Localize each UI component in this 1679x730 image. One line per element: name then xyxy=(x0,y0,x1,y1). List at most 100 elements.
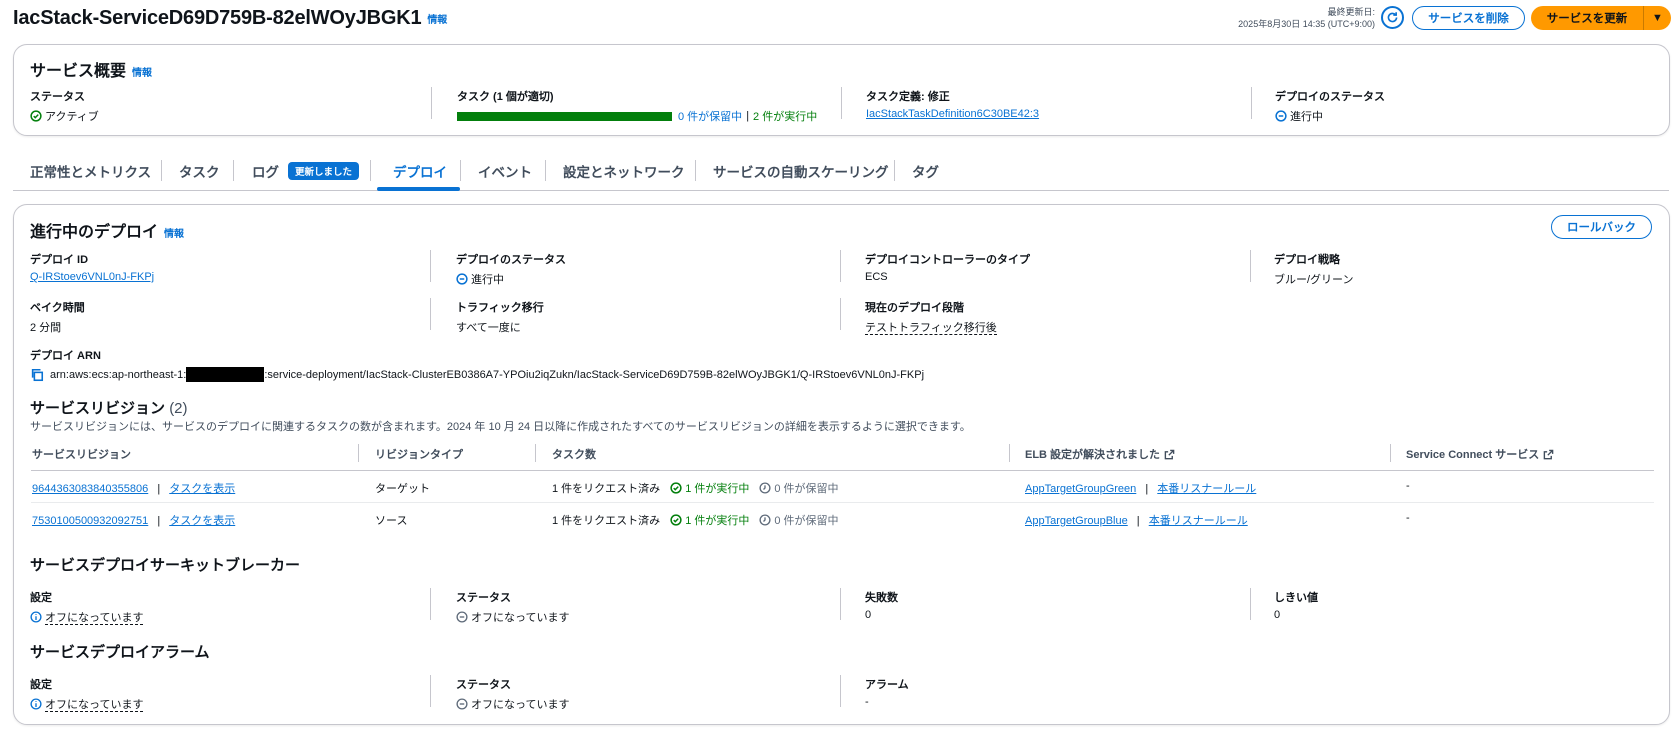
deploy-status-value: 進行中 xyxy=(1275,108,1385,124)
info-link[interactable]: 情報 xyxy=(427,15,447,26)
target-group-link[interactable]: AppTargetGroupBlue xyxy=(1025,515,1128,527)
revisions-title: サービスリビジョン (2) xyxy=(30,397,188,418)
divider xyxy=(1251,87,1252,119)
target-group-link[interactable]: AppTargetGroupGreen xyxy=(1025,483,1136,495)
caret-down-icon: ▼ xyxy=(1652,12,1663,24)
column-header: サービスリビジョン xyxy=(32,449,131,461)
last-updated-label: 最終更新日: xyxy=(1327,7,1375,17)
cb-status-text: オフになっています xyxy=(471,612,570,624)
tab-label: デプロイ xyxy=(393,164,447,180)
status-label: ステータス xyxy=(30,91,85,103)
deploy-phase: 現在のデプロイ段階 テストトラフィック移行後 xyxy=(865,299,997,335)
overview-info-link[interactable]: 情報 xyxy=(132,68,152,79)
revision-type: ソース xyxy=(375,515,408,527)
alarm-status-label: ステータス xyxy=(456,679,511,691)
copy-icon[interactable] xyxy=(30,368,44,382)
tasks-progress-bar xyxy=(457,111,672,121)
deploy-status-label: デプロイのステータス xyxy=(456,254,566,266)
tab-label: タグ xyxy=(912,164,939,180)
update-service-dropdown[interactable]: ▼ xyxy=(1644,6,1671,30)
pending-count: 0 件が保留中 xyxy=(774,515,839,527)
info-icon xyxy=(30,698,42,710)
divider xyxy=(430,250,431,282)
column-header: リビジョンタイプ xyxy=(375,449,463,461)
separator: | xyxy=(1145,483,1149,495)
cb-failures: 失敗数 0 xyxy=(865,589,898,621)
cb-threshold-label: しきい値 xyxy=(1274,592,1318,604)
deploy-id-label: デプロイ ID xyxy=(30,254,89,266)
deploy-strategy: デプロイ戦略 ブルー/グリーン xyxy=(1274,251,1354,287)
check-circle-icon xyxy=(670,482,682,494)
cb-threshold-value: 0 xyxy=(1274,609,1281,621)
phase-label: 現在のデプロイ段階 xyxy=(865,302,964,314)
controller-label: デプロイコントローラーのタイプ xyxy=(865,254,1030,266)
tasks-running: 2 件が実行中 xyxy=(753,111,818,123)
rollback-button[interactable]: ロールバック xyxy=(1551,215,1652,239)
tab-tags[interactable]: タグ xyxy=(912,150,939,191)
taskdef-label: タスク定義: 修正 xyxy=(866,91,950,103)
deploy-status-value: 進行中 xyxy=(456,271,566,287)
alarm-setting-value[interactable]: オフになっています xyxy=(30,696,144,712)
tab-autoscaling[interactable]: サービスの自動スケーリング xyxy=(713,150,889,191)
strategy-label: デプロイ戦略 xyxy=(1274,254,1340,266)
deployment-panel xyxy=(13,204,1670,725)
revision-link[interactable]: 7530100500932092751 xyxy=(32,515,148,527)
cb-status: ステータス オフになっています xyxy=(456,589,569,625)
column-separator xyxy=(1390,444,1391,462)
tab-tasks[interactable]: タスク xyxy=(179,150,220,191)
view-tasks-link[interactable]: タスクを表示 xyxy=(169,515,235,527)
tab-logs[interactable]: ログ 更新しました xyxy=(252,150,360,191)
divider xyxy=(1250,250,1251,282)
separator: | xyxy=(746,110,750,122)
deployment-info-link[interactable]: 情報 xyxy=(164,229,184,240)
revision-link[interactable]: 9644363083840355806 xyxy=(32,483,148,495)
listener-rule-link[interactable]: 本番リスナールール xyxy=(1149,515,1248,527)
delete-service-button[interactable]: サービスを削除 xyxy=(1412,6,1525,30)
overview-taskdef: タスク定義: 修正 IacStackTaskDefinition6C30BE42… xyxy=(866,88,1039,120)
tab-label: 設定とネットワーク xyxy=(563,164,685,180)
task-counts: 1 件をリクエスト済み 1 件が実行中 0 件が保留中 xyxy=(552,512,839,528)
divider xyxy=(840,675,841,707)
column-separator xyxy=(358,444,359,462)
phase-value[interactable]: テストトラフィック移行後 xyxy=(865,322,997,335)
column-separator xyxy=(535,444,536,462)
tab-health-metrics[interactable]: 正常性とメトリクス xyxy=(30,150,151,191)
tab-label: イベント xyxy=(478,164,532,180)
deploy-id-link[interactable]: Q-IRStoev6VNL0nJ-FKPj xyxy=(30,271,154,283)
elb-config: AppTargetGroupBlue | 本番リスナールール xyxy=(1025,512,1248,528)
listener-rule-link[interactable]: 本番リスナールール xyxy=(1157,483,1256,495)
alarm-value: - xyxy=(865,696,869,708)
tasks-pending: 0 件が保留中 xyxy=(678,111,743,123)
active-tab-indicator xyxy=(377,187,460,191)
update-service-button[interactable]: サービスを更新 xyxy=(1531,6,1644,30)
divider xyxy=(840,298,841,330)
view-tasks-link[interactable]: タスクを表示 xyxy=(169,483,235,495)
stopped-icon xyxy=(456,698,468,710)
overview-status: ステータス アクティブ xyxy=(30,88,99,124)
cb-setting-value[interactable]: オフになっています xyxy=(30,609,144,625)
revisions-title-text: サービスリビジョン xyxy=(30,400,166,417)
tab-separator xyxy=(545,160,546,181)
divider xyxy=(431,87,432,119)
traffic-shift: トラフィック移行 すべて一度に xyxy=(456,299,544,335)
divider xyxy=(840,250,841,282)
tab-events[interactable]: イベント xyxy=(478,150,532,191)
tab-deployments[interactable]: デプロイ xyxy=(393,150,447,191)
circuit-breaker-title: サービスデプロイサーキットブレーカー xyxy=(30,557,301,574)
check-circle-icon xyxy=(670,514,682,526)
header-divider xyxy=(31,470,1654,471)
status-value-text: アクティブ xyxy=(45,111,99,123)
alarm-status-text: オフになっています xyxy=(471,699,570,711)
alarms-title: サービスデプロイアラーム xyxy=(30,644,210,661)
tab-label: ログ xyxy=(252,164,279,180)
service-connect-value: - xyxy=(1406,480,1410,492)
refresh-button[interactable] xyxy=(1381,6,1404,29)
tab-separator xyxy=(370,160,371,181)
tab-config-networking[interactable]: 設定とネットワーク xyxy=(563,150,685,191)
strategy-value: ブルー/グリーン xyxy=(1274,274,1354,286)
column-header: ELB 設定が解決されました xyxy=(1025,449,1161,461)
alarm-status: ステータス オフになっています xyxy=(456,676,569,712)
taskdef-link[interactable]: IacStackTaskDefinition6C30BE42:3 xyxy=(866,108,1039,120)
tab-bar: 正常性とメトリクス タスク ログ 更新しました デプロイ イベント 設定とネットワ… xyxy=(13,150,1669,191)
tab-separator xyxy=(161,160,162,181)
